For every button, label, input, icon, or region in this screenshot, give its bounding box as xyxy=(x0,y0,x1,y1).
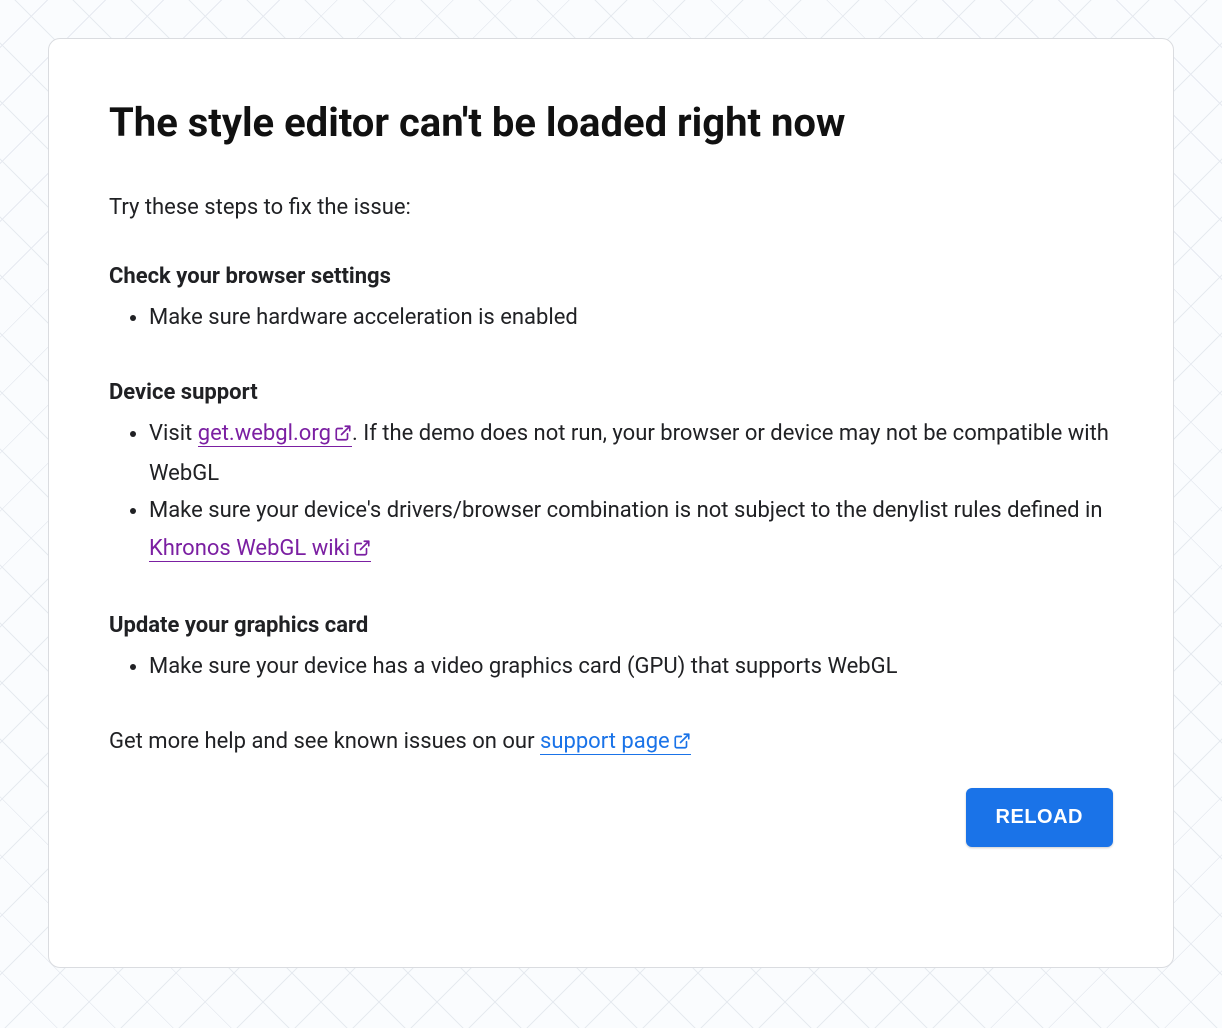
footer-help-text: Get more help and see known issues on ou… xyxy=(109,729,1113,756)
section-browser-settings: Check your browser settings Make sure ha… xyxy=(109,264,1113,380)
external-link-icon xyxy=(673,731,691,756)
section-gpu: Update your graphics card Make sure your… xyxy=(109,613,1113,729)
link-label: support page xyxy=(540,729,670,754)
list-item: Make sure hardware acceleration is enabl… xyxy=(149,299,1113,336)
browser-list: Make sure hardware acceleration is enabl… xyxy=(149,299,1113,336)
support-page-link[interactable]: support page xyxy=(540,729,691,755)
page-title: The style editor can't be loaded right n… xyxy=(109,99,1113,147)
reload-button[interactable]: RELOAD xyxy=(966,788,1113,847)
gpu-list: Make sure your device has a video graphi… xyxy=(149,648,1113,685)
list-item: Visit get.webgl.org. If the demo does no… xyxy=(149,415,1113,492)
list-item: Make sure your device has a video graphi… xyxy=(149,648,1113,685)
webgl-link[interactable]: get.webgl.org xyxy=(198,421,352,447)
external-link-icon xyxy=(353,532,371,569)
external-link-icon xyxy=(334,417,352,454)
section-heading-browser: Check your browser settings xyxy=(109,264,1113,289)
error-card: The style editor can't be loaded right n… xyxy=(48,38,1174,968)
button-row: RELOAD xyxy=(109,788,1113,847)
text-fragment: Get more help and see known issues on ou… xyxy=(109,729,540,754)
list-item: Make sure your device's drivers/browser … xyxy=(149,492,1113,569)
device-list: Visit get.webgl.org. If the demo does no… xyxy=(149,415,1113,569)
link-label: Khronos WebGL wiki xyxy=(149,536,350,561)
section-heading-device: Device support xyxy=(109,380,1113,405)
khronos-wiki-link[interactable]: Khronos WebGL wiki xyxy=(149,536,371,562)
text-fragment: Make sure your device's drivers/browser … xyxy=(149,498,1103,523)
section-heading-gpu: Update your graphics card xyxy=(109,613,1113,638)
section-device-support: Device support Visit get.webgl.org. If t… xyxy=(109,380,1113,613)
link-label: get.webgl.org xyxy=(198,421,331,446)
text-fragment: Visit xyxy=(149,421,198,446)
intro-text: Try these steps to fix the issue: xyxy=(109,195,1113,220)
